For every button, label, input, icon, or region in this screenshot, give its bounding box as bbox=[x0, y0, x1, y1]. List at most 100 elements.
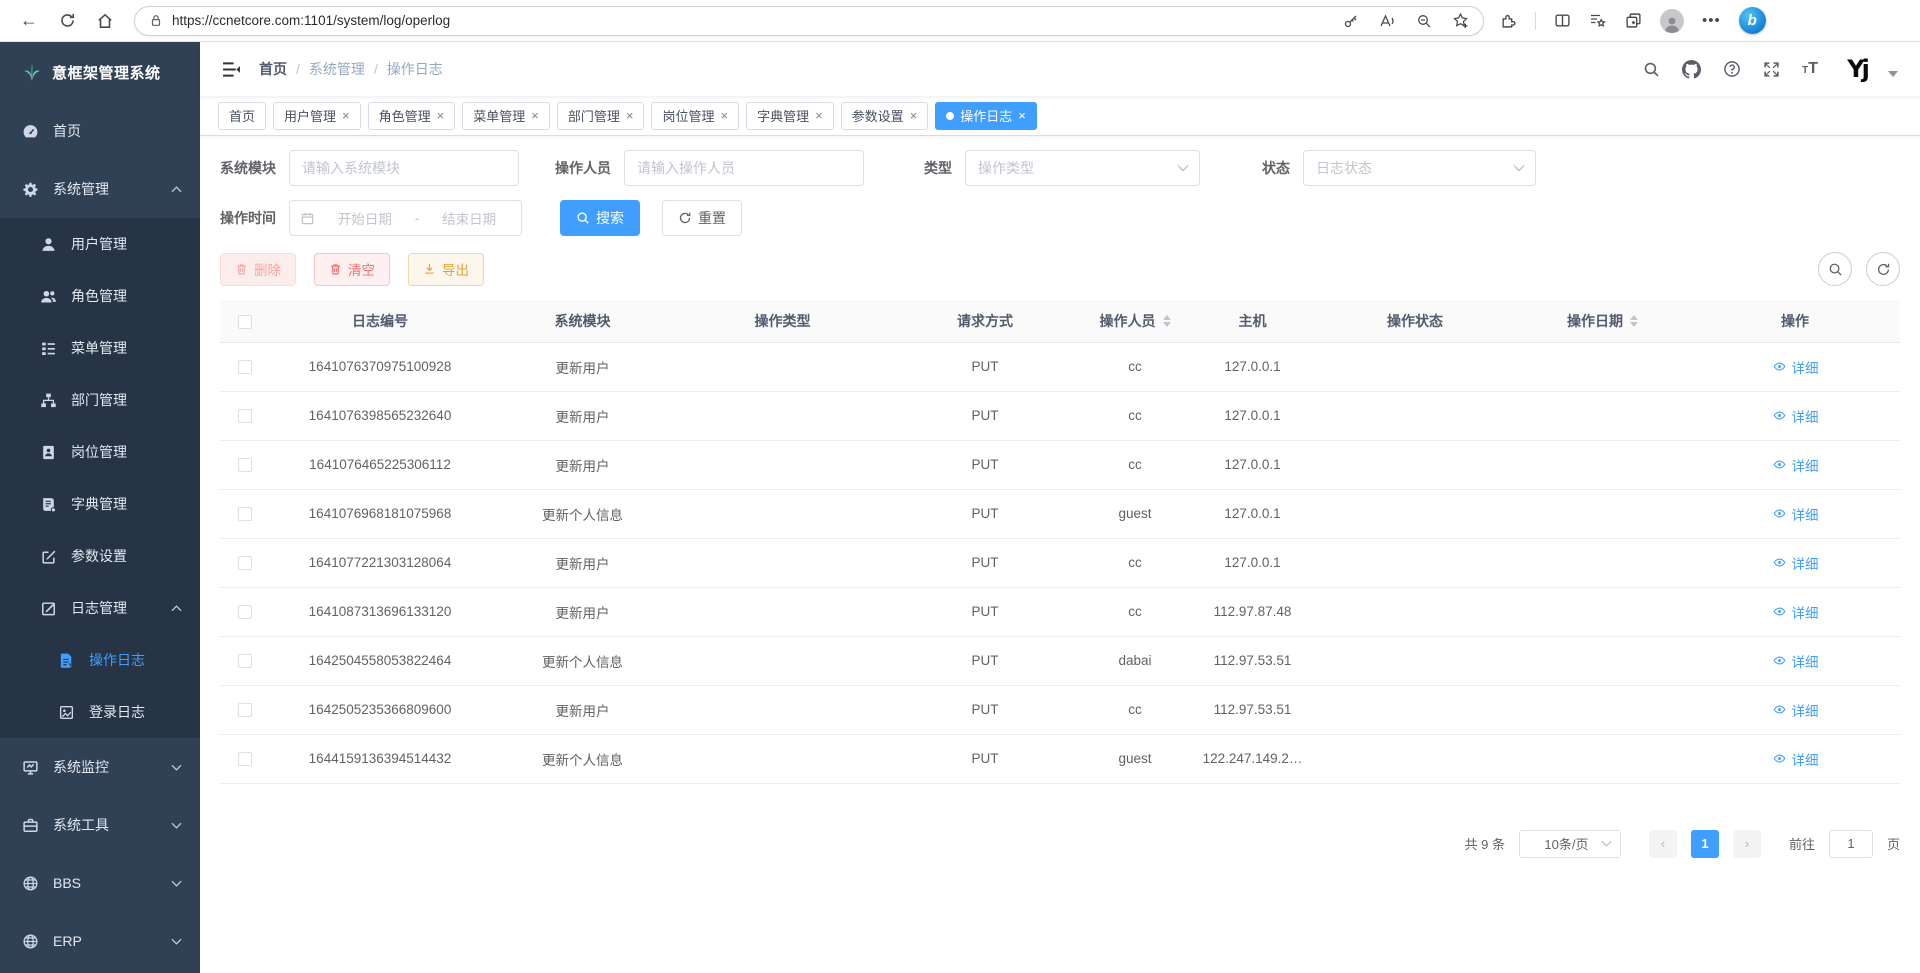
split-screen-icon[interactable] bbox=[1554, 12, 1571, 29]
sidebar-item-parameters[interactable]: 参数设置 bbox=[0, 530, 200, 582]
browser-profile-avatar[interactable] bbox=[1660, 9, 1684, 33]
password-key-icon[interactable] bbox=[1343, 13, 1359, 29]
row-checkbox[interactable] bbox=[238, 605, 252, 619]
refresh-table-button[interactable] bbox=[1866, 252, 1900, 286]
show-search-toggle-button[interactable] bbox=[1818, 252, 1852, 286]
select-all-checkbox[interactable] bbox=[238, 315, 252, 329]
row-checkbox[interactable] bbox=[238, 409, 252, 423]
sidebar-item-erp[interactable]: ERP bbox=[0, 912, 200, 970]
clear-button[interactable]: 清空 bbox=[314, 253, 390, 286]
browser-back-button[interactable]: ← bbox=[13, 5, 45, 37]
sidebar-item-users[interactable]: 用户管理 bbox=[0, 218, 200, 270]
sidebar-item-bbs[interactable]: BBS bbox=[0, 854, 200, 912]
col-date[interactable]: 操作日期 bbox=[1515, 300, 1690, 342]
tab-post-mgmt[interactable]: 岗位管理× bbox=[651, 102, 739, 130]
sidebar-item-tools[interactable]: 系统工具 bbox=[0, 796, 200, 854]
row-checkbox[interactable] bbox=[238, 703, 252, 717]
extensions-icon[interactable] bbox=[1500, 12, 1517, 29]
prev-page-button[interactable]: ‹ bbox=[1649, 830, 1677, 858]
export-button[interactable]: 导出 bbox=[408, 253, 484, 286]
chevron-down-icon[interactable] bbox=[1888, 71, 1898, 77]
reset-button[interactable]: 重置 bbox=[662, 200, 742, 236]
tab-close-icon[interactable]: × bbox=[626, 108, 634, 123]
tab-operation-log[interactable]: 操作日志× bbox=[935, 102, 1037, 130]
row-checkbox[interactable] bbox=[238, 458, 252, 472]
collections-icon[interactable] bbox=[1625, 12, 1642, 29]
type-select[interactable]: 操作类型 bbox=[965, 150, 1200, 186]
font-size-button[interactable]: TT bbox=[1802, 61, 1818, 77]
sidebar-item-home[interactable]: 首页 bbox=[0, 102, 200, 160]
sort-icon[interactable] bbox=[1163, 315, 1171, 327]
sidebar-item-monitor[interactable]: 系统监控 bbox=[0, 738, 200, 796]
favorites-icon[interactable] bbox=[1589, 12, 1607, 29]
module-input[interactable] bbox=[289, 150, 519, 186]
zoom-out-icon[interactable] bbox=[1416, 13, 1432, 29]
detail-link[interactable]: 详细 bbox=[1772, 749, 1819, 769]
breadcrumb-home[interactable]: 首页 bbox=[259, 59, 287, 79]
sidebar-item-system[interactable]: 系统管理 bbox=[0, 160, 200, 218]
help-button[interactable] bbox=[1723, 60, 1741, 78]
browser-refresh-button[interactable] bbox=[51, 5, 83, 37]
detail-link[interactable]: 详细 bbox=[1772, 602, 1819, 622]
detail-link[interactable]: 详细 bbox=[1772, 504, 1819, 524]
address-bar[interactable]: https://ccnetcore.com:1101/system/log/op… bbox=[134, 6, 1484, 36]
detail-link[interactable]: 详细 bbox=[1772, 455, 1819, 475]
sidebar-item-login-log[interactable]: 登录日志 bbox=[0, 686, 200, 738]
sidebar-item-dictionary[interactable]: 字典管理 bbox=[0, 478, 200, 530]
cell-host: 127.0.0.1 bbox=[1190, 489, 1315, 538]
bing-sidebar-icon[interactable]: b bbox=[1739, 7, 1766, 34]
read-aloud-icon[interactable] bbox=[1379, 13, 1396, 29]
user-avatar-logo[interactable]: Yj bbox=[1840, 52, 1874, 86]
tab-close-icon[interactable]: × bbox=[720, 108, 728, 123]
tab-home[interactable]: 首页 bbox=[218, 102, 266, 130]
detail-link[interactable]: 详细 bbox=[1772, 700, 1819, 720]
tab-close-icon[interactable]: × bbox=[531, 108, 539, 123]
row-checkbox[interactable] bbox=[238, 507, 252, 521]
operator-input[interactable] bbox=[624, 150, 864, 186]
search-button[interactable]: 搜索 bbox=[560, 200, 640, 236]
tab-close-icon[interactable]: × bbox=[437, 108, 445, 123]
goto-page-input[interactable] bbox=[1829, 830, 1873, 858]
fullscreen-button[interactable] bbox=[1763, 61, 1780, 78]
tab-dict-mgmt[interactable]: 字典管理× bbox=[746, 102, 834, 130]
tab-param-settings[interactable]: 参数设置× bbox=[841, 102, 929, 130]
header-search-button[interactable] bbox=[1643, 61, 1660, 78]
sidebar-item-menus[interactable]: 菜单管理 bbox=[0, 322, 200, 374]
github-icon bbox=[1682, 60, 1701, 79]
tab-close-icon[interactable]: × bbox=[1018, 108, 1026, 123]
sidebar-item-departments[interactable]: 部门管理 bbox=[0, 374, 200, 426]
sidebar-item-posts[interactable]: 岗位管理 bbox=[0, 426, 200, 478]
page-size-select[interactable]: 10条/页 bbox=[1519, 830, 1621, 858]
browser-menu-icon[interactable]: ••• bbox=[1702, 12, 1721, 29]
sidebar-item-roles[interactable]: 角色管理 bbox=[0, 270, 200, 322]
tab-close-icon[interactable]: × bbox=[815, 108, 823, 123]
sidebar-item-operation-log[interactable]: 操作日志 bbox=[0, 634, 200, 686]
tab-user-mgmt[interactable]: 用户管理× bbox=[273, 102, 361, 130]
browser-home-button[interactable] bbox=[89, 5, 121, 37]
date-range-picker[interactable]: 开始日期 - 结束日期 bbox=[289, 200, 522, 236]
url-text[interactable]: https://ccnetcore.com:1101/system/log/op… bbox=[172, 13, 1343, 28]
detail-link[interactable]: 详细 bbox=[1772, 553, 1819, 573]
detail-link[interactable]: 详细 bbox=[1772, 357, 1819, 377]
row-checkbox[interactable] bbox=[238, 556, 252, 570]
row-checkbox[interactable] bbox=[238, 654, 252, 668]
col-operator[interactable]: 操作人员 bbox=[1080, 300, 1190, 342]
delete-button[interactable]: 删除 bbox=[220, 253, 296, 286]
github-link[interactable] bbox=[1682, 60, 1701, 79]
sort-icon[interactable] bbox=[1630, 315, 1638, 327]
tab-close-icon[interactable]: × bbox=[342, 108, 350, 123]
detail-link[interactable]: 详细 bbox=[1772, 651, 1819, 671]
tab-role-mgmt[interactable]: 角色管理× bbox=[368, 102, 456, 130]
favorite-add-icon[interactable] bbox=[1452, 12, 1469, 29]
next-page-button[interactable]: › bbox=[1733, 830, 1761, 858]
sidebar-collapse-button[interactable] bbox=[222, 61, 241, 78]
row-checkbox[interactable] bbox=[238, 360, 252, 374]
detail-link[interactable]: 详细 bbox=[1772, 406, 1819, 426]
row-checkbox[interactable] bbox=[238, 752, 252, 766]
page-1-button[interactable]: 1 bbox=[1691, 830, 1719, 858]
tab-close-icon[interactable]: × bbox=[910, 108, 918, 123]
sidebar-item-logs[interactable]: 日志管理 bbox=[0, 582, 200, 634]
status-select[interactable]: 日志状态 bbox=[1303, 150, 1536, 186]
tab-menu-mgmt[interactable]: 菜单管理× bbox=[462, 102, 550, 130]
tab-dept-mgmt[interactable]: 部门管理× bbox=[557, 102, 645, 130]
